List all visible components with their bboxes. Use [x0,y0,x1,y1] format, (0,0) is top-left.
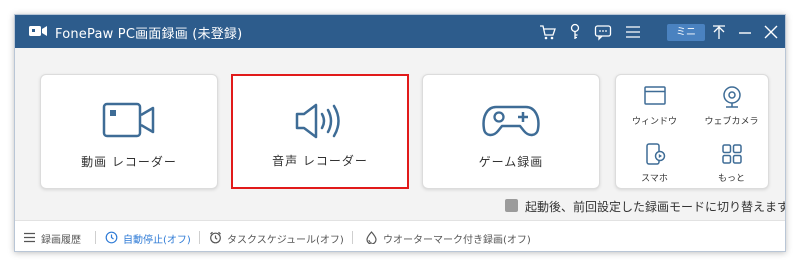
more-modes-button[interactable]: もっと [693,132,770,189]
webcam-mode-button[interactable]: ウェブカメラ [693,75,770,132]
list-icon [24,232,35,243]
extra-modes-panel: ウィンドウ ウェブカメラ スマホ もっと [615,74,769,189]
mini-item-label: ウェブカメラ [704,117,759,127]
webcam-icon [722,86,741,108]
window-icon [643,86,666,105]
separator [95,231,96,244]
audio-recorder-card[interactable]: 音声 レコーダー [231,74,409,189]
separator [199,231,200,244]
close-icon[interactable] [761,22,781,42]
separator [352,231,353,244]
bottom-bar: 録画履歴 自動停止(オフ) タスクスケジュール(オフ) ウオーターマーク付き録画… [15,220,785,251]
video-recorder-card[interactable]: 動画 レコーダー [40,74,218,189]
mini-item-label: もっと [717,174,745,184]
bb-label: ウオーターマーク付き録画(オフ) [383,235,531,246]
phone-mode-button[interactable]: スマホ [616,132,693,189]
video-camera-icon [102,102,155,138]
cart-icon[interactable] [538,22,558,42]
bb-label: 録画履歴 [41,235,81,246]
app-title: FonePaw PC画面録画 (未登録) [55,27,243,42]
card-label: 動画 レコーダー [81,155,177,169]
camera-logo-icon [29,26,47,36]
gamepad-icon [482,105,540,137]
phone-icon [645,143,665,165]
key-icon[interactable] [565,22,585,42]
game-recorder-card[interactable]: ゲーム録画 [422,74,600,189]
mini-item-label: ウィンドウ [631,117,677,127]
clock-icon [105,231,118,244]
more-grid-icon [721,144,742,164]
alarm-icon [210,231,221,244]
bb-label: タスクスケジュール(オフ) [227,235,344,246]
window-mode-button[interactable]: ウィンドウ [616,75,693,132]
remember-mode-checkbox[interactable] [505,199,518,212]
mini-item-label: スマホ [641,174,668,184]
main-area: 動画 レコーダー 音声 レコーダー ゲーム録画 ウィンドウ ウェブカメラ スマホ… [15,48,785,220]
mini-mode-button[interactable]: ミニ [667,24,705,41]
menu-icon[interactable] [623,22,643,42]
remember-mode-label: 起動後、前回設定した録画モードに切り替えます [525,200,786,214]
speaker-icon [295,103,340,139]
chat-icon[interactable] [593,22,613,42]
pin-icon[interactable] [709,22,729,42]
card-label: 音声 レコーダー [272,154,368,168]
card-label: ゲーム録画 [478,155,544,169]
app-window: FonePaw PC画面録画 (未登録) ミニ 動画 レコーダー 音声 レコーダ… [14,14,786,252]
title-bar: FonePaw PC画面録画 (未登録) ミニ [15,15,785,48]
minimize-icon[interactable] [735,22,755,42]
bb-label: 自動停止(オフ) [123,235,191,246]
watermark-icon [366,231,377,244]
